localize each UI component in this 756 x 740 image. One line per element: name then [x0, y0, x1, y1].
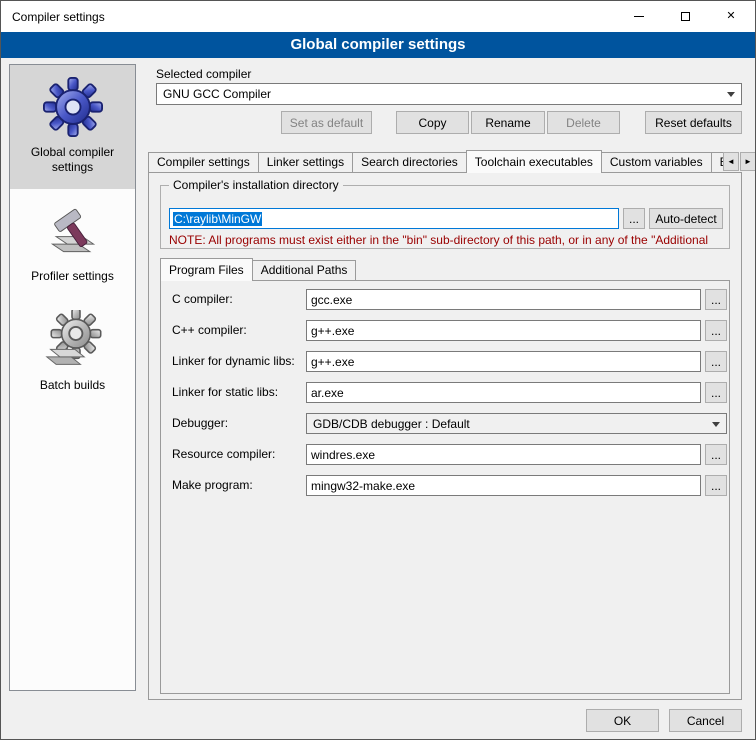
cpp-compiler-row: C++ compiler: ...	[160, 320, 730, 341]
profiler-tool-icon	[43, 201, 103, 261]
tab-additional-paths[interactable]: Additional Paths	[252, 260, 357, 280]
ok-button[interactable]: OK	[586, 709, 659, 732]
tab-scroll-right-button[interactable]: ►	[740, 152, 756, 171]
minimize-button[interactable]	[616, 2, 662, 31]
copy-button[interactable]: Copy	[396, 111, 469, 134]
cpp-compiler-label: C++ compiler:	[172, 323, 247, 337]
settings-category-list: Global compiler settings Profiler settin…	[9, 64, 136, 691]
delete-button: Delete	[547, 111, 620, 134]
make-program-input[interactable]	[306, 475, 701, 496]
selected-compiler-label: Selected compiler	[156, 67, 251, 81]
minimize-icon	[634, 16, 644, 17]
window-title: Compiler settings	[12, 10, 105, 24]
resource-compiler-row: Resource compiler: ...	[160, 444, 730, 465]
debugger-row: Debugger: GDB/CDB debugger : Default	[160, 413, 730, 434]
c-compiler-browse-button[interactable]: ...	[705, 289, 727, 310]
sidebar-item-batch-builds[interactable]: Batch builds	[10, 298, 135, 407]
blue-gear-icon	[43, 77, 103, 137]
tab-scroll-left-button[interactable]: ◄	[723, 152, 739, 171]
close-button[interactable]: ✕	[708, 2, 754, 31]
c-compiler-row: C compiler: ...	[160, 289, 730, 310]
selected-compiler-combobox[interactable]: GNU GCC Compiler	[156, 83, 742, 105]
program-files-tabs: Program Files Additional Paths	[160, 257, 460, 281]
static-linker-browse-button[interactable]: ...	[705, 382, 727, 403]
dynamic-linker-row: Linker for dynamic libs: ...	[160, 351, 730, 372]
tab-compiler-settings[interactable]: Compiler settings	[148, 152, 259, 172]
resource-compiler-label: Resource compiler:	[172, 447, 275, 461]
compiler-tabs: Compiler settings Linker settings Search…	[148, 149, 723, 173]
tab-custom-variables[interactable]: Custom variables	[601, 152, 712, 172]
static-linker-input[interactable]	[306, 382, 701, 403]
window-controls: ✕	[616, 2, 754, 31]
debugger-value: GDB/CDB debugger : Default	[313, 417, 470, 431]
maximize-button[interactable]	[662, 2, 708, 31]
static-linker-label: Linker for static libs:	[172, 385, 278, 399]
set-as-default-button: Set as default	[281, 111, 372, 134]
installation-directory-groupbox: Compiler's installation directory C:\ray…	[160, 185, 730, 249]
sidebar-item-profiler-settings[interactable]: Profiler settings	[10, 189, 135, 298]
tab-build-options-truncated[interactable]: Buil	[711, 152, 723, 172]
page-title: Global compiler settings	[1, 32, 755, 58]
cpp-compiler-browse-button[interactable]: ...	[705, 320, 727, 341]
installation-directory-input[interactable]: C:\raylib\MinGW	[169, 208, 619, 229]
close-icon: ✕	[726, 11, 735, 22]
maximize-icon	[681, 12, 690, 21]
dynamic-linker-input[interactable]	[306, 351, 701, 372]
sidebar-item-label: Global compiler settings	[14, 145, 131, 175]
tab-program-files[interactable]: Program Files	[160, 258, 253, 281]
sidebar-item-global-compiler-settings[interactable]: Global compiler settings	[10, 65, 135, 189]
cancel-button[interactable]: Cancel	[669, 709, 742, 732]
cpp-compiler-input[interactable]	[306, 320, 701, 341]
resource-compiler-input[interactable]	[306, 444, 701, 465]
sidebar-item-label: Profiler settings	[31, 269, 114, 284]
chevron-down-icon	[712, 422, 720, 427]
titlebar: Compiler settings ✕	[1, 1, 755, 32]
installation-directory-browse-button[interactable]: ...	[623, 208, 645, 229]
rename-button[interactable]: Rename	[471, 111, 545, 134]
chevron-down-icon	[727, 92, 735, 97]
tab-toolchain-executables[interactable]: Toolchain executables	[466, 150, 602, 173]
gray-gear-icon	[43, 310, 103, 370]
auto-detect-button[interactable]: Auto-detect	[649, 208, 723, 229]
bin-subdirectory-note: NOTE: All programs must exist either in …	[169, 233, 723, 247]
reset-defaults-button[interactable]: Reset defaults	[645, 111, 742, 134]
make-program-browse-button[interactable]: ...	[705, 475, 727, 496]
debugger-combobox[interactable]: GDB/CDB debugger : Default	[306, 413, 727, 434]
dynamic-linker-label: Linker for dynamic libs:	[172, 354, 295, 368]
dynamic-linker-browse-button[interactable]: ...	[705, 351, 727, 372]
tab-linker-settings[interactable]: Linker settings	[258, 152, 353, 172]
resource-compiler-browse-button[interactable]: ...	[705, 444, 727, 465]
installation-directory-group-title: Compiler's installation directory	[169, 178, 343, 192]
tab-search-directories[interactable]: Search directories	[352, 152, 467, 172]
make-program-label: Make program:	[172, 478, 253, 492]
selected-compiler-value: GNU GCC Compiler	[163, 87, 271, 101]
make-program-row: Make program: ...	[160, 475, 730, 496]
static-linker-row: Linker for static libs: ...	[160, 382, 730, 403]
compiler-settings-dialog: Compiler settings ✕ Global compiler sett…	[0, 0, 756, 740]
sidebar-item-label: Batch builds	[40, 378, 105, 393]
c-compiler-label: C compiler:	[172, 292, 233, 306]
c-compiler-input[interactable]	[306, 289, 701, 310]
installation-directory-selected-text: C:\raylib\MinGW	[173, 212, 262, 226]
debugger-label: Debugger:	[172, 416, 228, 430]
